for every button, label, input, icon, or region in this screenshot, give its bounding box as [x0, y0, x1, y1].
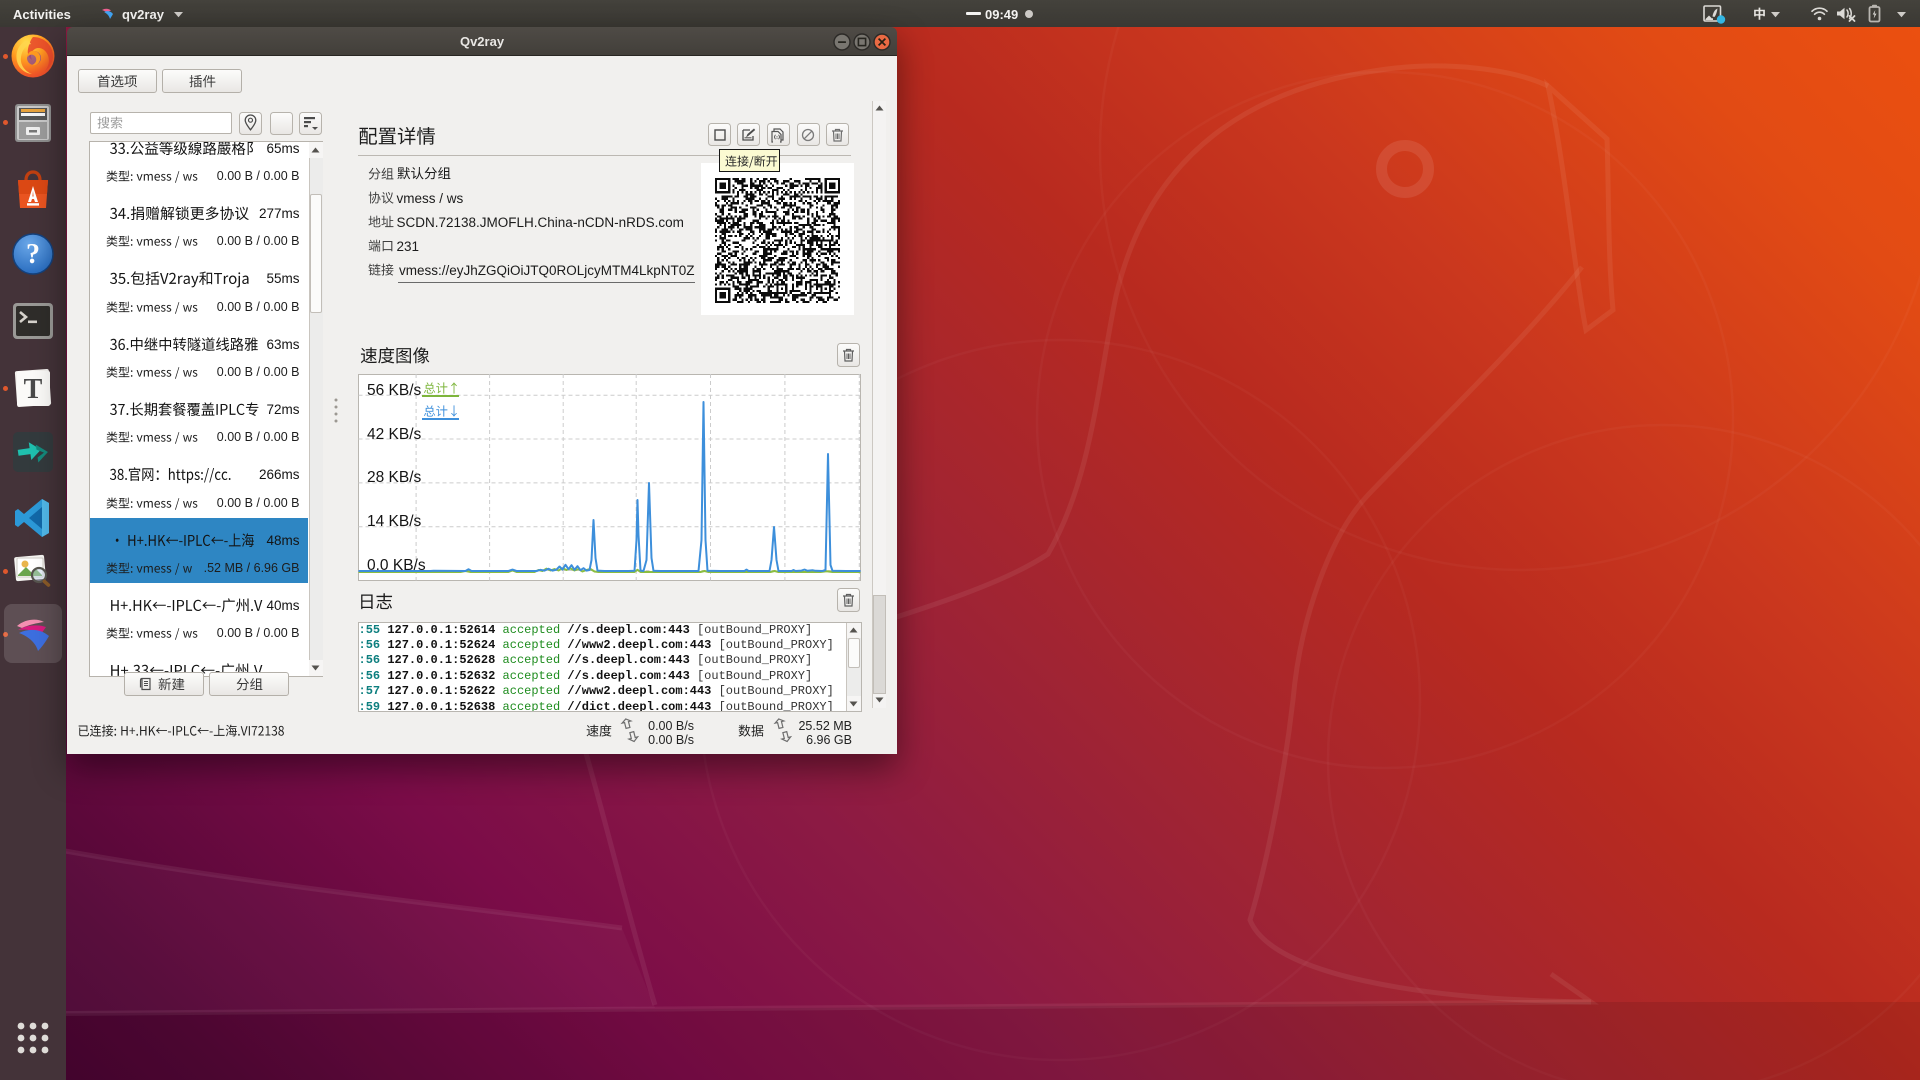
svg-text:T: T [24, 374, 43, 405]
svg-text:?: ? [26, 239, 40, 270]
